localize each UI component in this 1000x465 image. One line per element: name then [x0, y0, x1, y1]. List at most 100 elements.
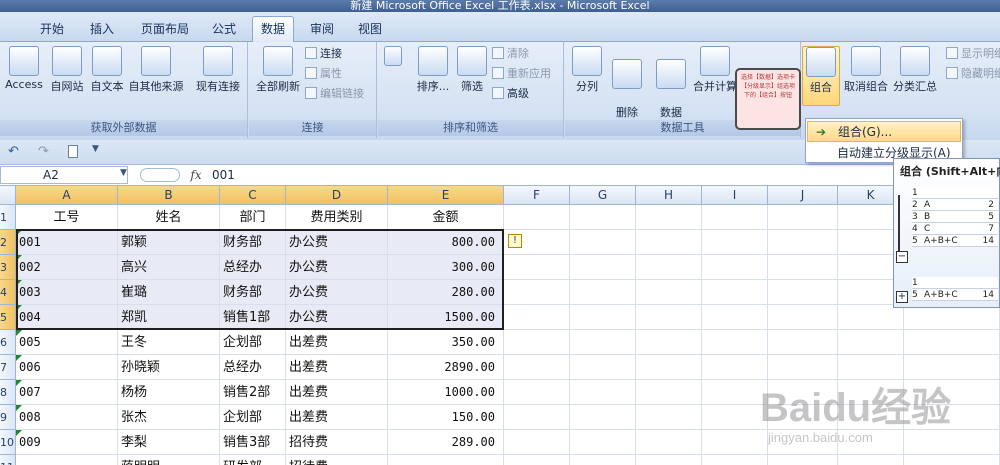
empty-cell[interactable] — [570, 230, 636, 255]
empty-cell[interactable] — [702, 330, 768, 355]
cell-department[interactable]: 财务部 — [220, 280, 286, 305]
column-header-d[interactable]: D — [286, 186, 388, 205]
empty-cell[interactable] — [570, 355, 636, 380]
table-header-cell[interactable]: 工号 — [16, 205, 118, 230]
tab-view[interactable]: 视图 — [352, 18, 388, 42]
tab-insert[interactable]: 插入 — [82, 18, 122, 42]
redo-icon[interactable]: ↷ — [38, 144, 49, 159]
empty-cell[interactable] — [904, 455, 1000, 465]
column-header-f[interactable]: F — [504, 186, 570, 205]
ungroup-button[interactable]: 取消组合 — [842, 46, 890, 94]
empty-cell[interactable] — [636, 330, 702, 355]
cell-name[interactable]: 郭颖 — [118, 230, 220, 255]
cell-amount[interactable]: 800.00 — [388, 230, 504, 255]
empty-cell[interactable] — [570, 330, 636, 355]
cell-department[interactable]: 总经办 — [220, 255, 286, 280]
cell-expense-type[interactable]: 出差费 — [286, 330, 388, 355]
cell-expense-type[interactable]: 招待费 — [286, 430, 388, 455]
empty-cell[interactable] — [636, 405, 702, 430]
tab-home[interactable]: 开始 — [32, 18, 72, 42]
column-header-j[interactable]: J — [768, 186, 838, 205]
cell-name[interactable]: 孙晓颖 — [118, 355, 220, 380]
text-to-columns-button[interactable]: 分列 — [569, 46, 605, 94]
row-header[interactable]: 2 — [0, 230, 16, 255]
empty-cell[interactable] — [636, 380, 702, 405]
empty-cell[interactable] — [504, 455, 570, 465]
cell-name[interactable]: 李梨 — [118, 430, 220, 455]
row-header[interactable]: 11 — [0, 455, 16, 465]
empty-cell[interactable] — [570, 205, 636, 230]
reapply-button[interactable]: 重新应用 — [492, 65, 551, 83]
tab-formulas[interactable]: 公式 — [204, 18, 244, 42]
cell-department[interactable]: 销售1部 — [220, 305, 286, 330]
formula-bar-splitter[interactable] — [140, 168, 180, 182]
empty-cell[interactable] — [768, 205, 838, 230]
empty-cell[interactable] — [570, 380, 636, 405]
cell-employee-id[interactable]: 009 — [16, 430, 118, 455]
cell-department[interactable]: 总经办 — [220, 355, 286, 380]
empty-cell[interactable] — [636, 355, 702, 380]
column-header-i[interactable]: I — [702, 186, 768, 205]
cell-amount[interactable]: 150.00 — [388, 405, 504, 430]
empty-cell[interactable] — [702, 230, 768, 255]
cell-expense-type[interactable]: 办公费 — [286, 305, 388, 330]
refresh-all-button[interactable]: 全部刷新 — [253, 46, 303, 94]
table-header-cell[interactable]: 姓名 — [118, 205, 220, 230]
cell-expense-type[interactable]: 办公费 — [286, 280, 388, 305]
empty-cell[interactable] — [636, 280, 702, 305]
empty-cell[interactable] — [636, 230, 702, 255]
empty-cell[interactable] — [636, 305, 702, 330]
empty-cell[interactable] — [570, 405, 636, 430]
empty-cell[interactable] — [570, 305, 636, 330]
insert-function-icon[interactable]: fx — [186, 166, 206, 184]
cell-employee-id[interactable] — [16, 455, 118, 465]
empty-cell[interactable] — [504, 430, 570, 455]
subtotal-button[interactable]: 分类汇总 — [890, 46, 940, 94]
empty-cell[interactable] — [702, 380, 768, 405]
cell-expense-type[interactable]: 办公费 — [286, 255, 388, 280]
new-document-icon[interactable] — [68, 145, 78, 158]
table-header-cell[interactable]: 金额 — [388, 205, 504, 230]
group-button[interactable]: 组合 — [802, 46, 840, 106]
empty-cell[interactable] — [504, 380, 570, 405]
cell-department[interactable]: 销售2部 — [220, 380, 286, 405]
cell-name[interactable]: 高兴 — [118, 255, 220, 280]
cell-department[interactable]: 销售3部 — [220, 430, 286, 455]
empty-cell[interactable] — [768, 255, 838, 280]
cell-name[interactable]: 张杰 — [118, 405, 220, 430]
cell-expense-type[interactable]: 出差费 — [286, 380, 388, 405]
empty-cell[interactable] — [636, 455, 702, 465]
cell-expense-type[interactable]: 出差费 — [286, 355, 388, 380]
cell-employee-id[interactable]: 004 — [16, 305, 118, 330]
name-box[interactable]: A2 — [0, 166, 128, 184]
empty-cell[interactable] — [702, 455, 768, 465]
row-header[interactable]: 6 — [0, 330, 16, 355]
empty-cell[interactable] — [702, 405, 768, 430]
cell-name[interactable]: 杨杨 — [118, 380, 220, 405]
empty-cell[interactable] — [838, 455, 904, 465]
formula-input[interactable]: 001 — [212, 166, 235, 184]
cell-amount[interactable]: 1500.00 — [388, 305, 504, 330]
connections-button[interactable]: 连接 — [305, 45, 342, 63]
cell-name[interactable]: 崔璐 — [118, 280, 220, 305]
empty-cell[interactable] — [702, 430, 768, 455]
cell-employee-id[interactable]: 001 — [16, 230, 118, 255]
properties-button[interactable]: 属性 — [305, 65, 342, 83]
empty-cell[interactable] — [904, 330, 1000, 355]
cell-department[interactable]: 企划部 — [220, 330, 286, 355]
cell-amount[interactable]: 300.00 — [388, 255, 504, 280]
cell-amount[interactable]: 1000.00 — [388, 380, 504, 405]
select-all-corner[interactable] — [0, 186, 16, 205]
column-header-a[interactable]: A — [16, 186, 118, 205]
error-warning-icon[interactable]: ! — [508, 234, 522, 248]
cell-amount[interactable]: 280.00 — [388, 280, 504, 305]
column-header-b[interactable]: B — [118, 186, 220, 205]
cell-amount[interactable] — [388, 455, 504, 465]
empty-cell[interactable] — [768, 305, 838, 330]
empty-cell[interactable] — [570, 430, 636, 455]
cell-expense-type[interactable]: 出差费 — [286, 405, 388, 430]
empty-cell[interactable] — [504, 280, 570, 305]
cell-department[interactable]: 研发部 — [220, 455, 286, 465]
undo-icon[interactable]: ↶ — [8, 144, 19, 159]
tab-data[interactable]: 数据 — [252, 16, 294, 43]
